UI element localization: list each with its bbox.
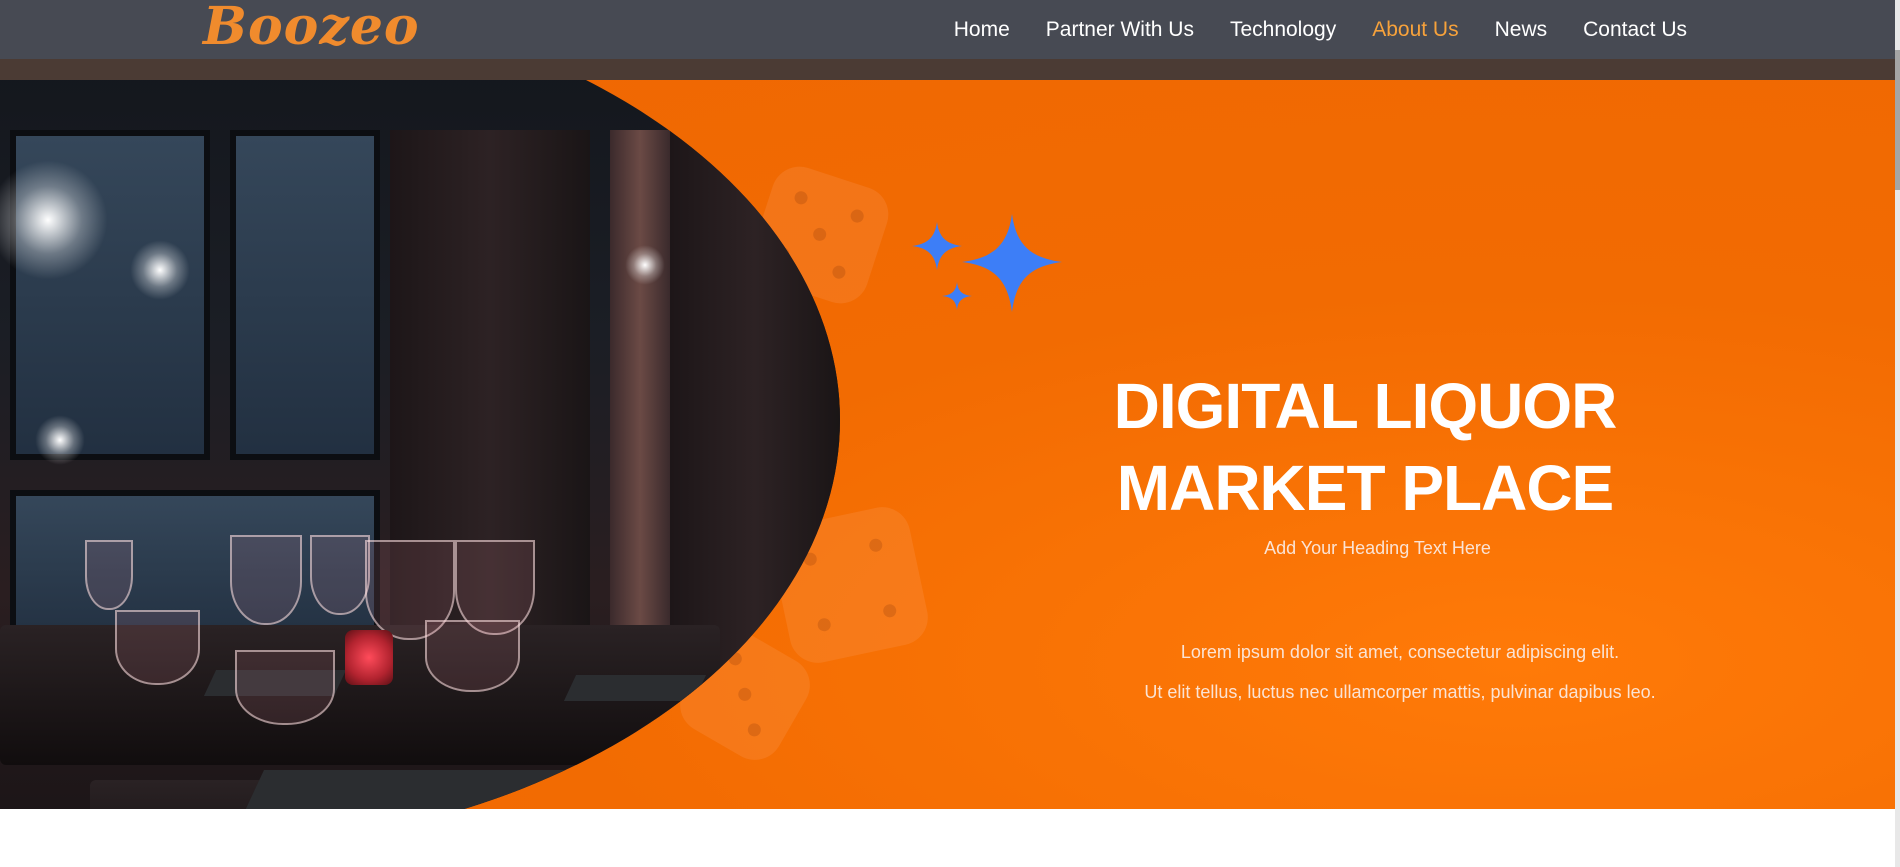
nav-menu: Home Partner With Us Technology About Us… [918,0,1687,59]
nav-item-home[interactable]: Home [954,18,1010,42]
sparkle-medium [912,222,962,270]
nav-item-news[interactable]: News [1495,18,1548,42]
top-navbar: Boozeo Home Partner With Us Technology A… [0,0,1900,59]
hero-restaurant-image [0,80,840,809]
hero-description-line-2: Ut elit tellus, luctus nec ullamcorper m… [1144,682,1656,702]
hero-title: DIGITAL LIQUOR MARKET PLACE [1050,365,1680,529]
site-logo[interactable]: Boozeo [203,0,420,57]
page-scrollbar-thumb[interactable] [1895,50,1900,190]
hero-description-line-1: Lorem ipsum dolor sit amet, consectetur … [1180,642,1620,662]
nav-item-about-us[interactable]: About Us [1372,18,1458,42]
hero-description: Lorem ipsum dolor sit amet, consectetur … [1080,632,1720,712]
hero-title-line-1: DIGITAL LIQUOR [1113,370,1618,442]
hero-title-line-2: MARKET PLACE [1116,452,1614,524]
sparkle-icon [912,214,1062,312]
hero-section: DIGITAL LIQUOR MARKET PLACE Add Your Hea… [0,80,1895,809]
nav-item-contact-us[interactable]: Contact Us [1583,18,1687,42]
nav-item-technology[interactable]: Technology [1230,18,1336,42]
nav-underbar [0,59,1900,80]
hero-subtitle: Add Your Heading Text Here [1264,538,1491,558]
nav-item-partner-with-us[interactable]: Partner With Us [1046,18,1194,42]
sparkle-small [942,282,972,310]
sparkle-large [962,214,1062,312]
